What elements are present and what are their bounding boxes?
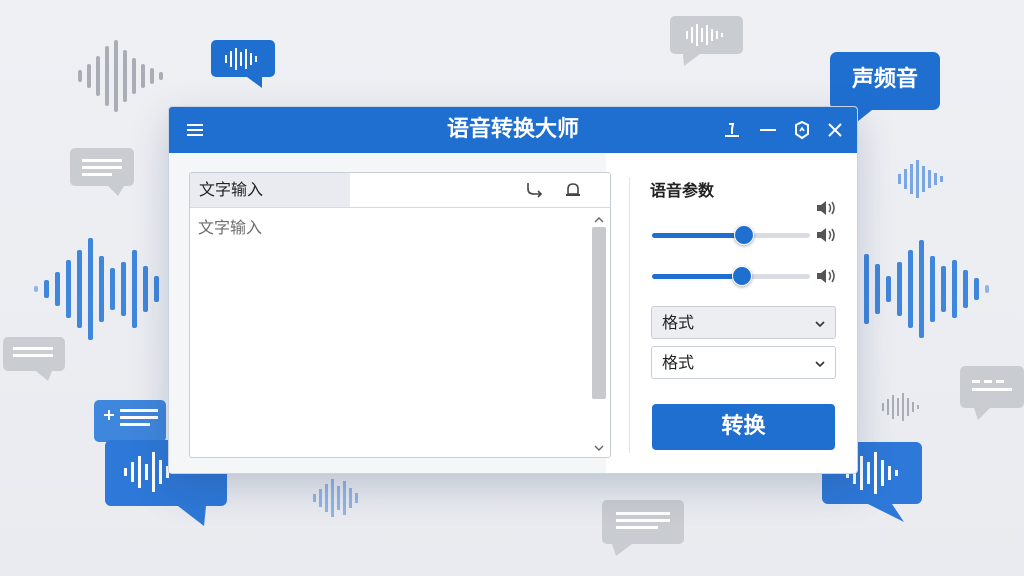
- format-select-2[interactable]: 格式: [651, 346, 836, 379]
- settings-icon[interactable]: [792, 120, 812, 140]
- speech-bubble-gray-left-1: [70, 148, 134, 196]
- title-bar: 语音转换大师: [169, 107, 857, 153]
- badge-label: 声频音: [851, 67, 918, 92]
- select-value: 格式: [662, 353, 695, 372]
- pin-icon[interactable]: [722, 120, 742, 140]
- export-icon[interactable]: [525, 180, 545, 200]
- bell-icon[interactable]: [563, 180, 583, 200]
- text-input-area[interactable]: 文字输入: [190, 208, 588, 456]
- slider-fill: [652, 274, 742, 279]
- slider-fill: [652, 233, 744, 238]
- slider-knob[interactable]: [732, 266, 752, 286]
- app-title: 语音转换大师: [446, 117, 579, 142]
- param-slider-1[interactable]: [652, 224, 810, 246]
- select-value: 格式: [662, 313, 695, 332]
- speech-bubble-gray-top: [670, 16, 743, 66]
- text-input-placeholder: 文字输入: [198, 218, 263, 237]
- scrollbar-thumb[interactable]: [592, 227, 606, 399]
- waveform-right-small: [882, 393, 919, 421]
- minimize-icon[interactable]: [758, 120, 778, 140]
- speech-bubble-gray-bottom: [602, 500, 684, 556]
- speech-bubble-gray-right: [960, 366, 1024, 420]
- convert-button[interactable]: 转换: [652, 404, 835, 450]
- volume-icon[interactable]: [815, 226, 837, 244]
- waveform-bottom-center: [313, 479, 358, 517]
- app-window: 语音转换大师 文字输入 文字输入 语音参数 格式 格式 转换: [168, 106, 858, 474]
- pane-divider: [629, 177, 630, 453]
- scroll-down-icon[interactable]: [593, 439, 605, 451]
- waveform-right-big: [864, 240, 989, 338]
- speech-bubble-blue-top: [211, 40, 275, 88]
- speech-bubble-blue-left-small: [94, 400, 166, 442]
- waveform-right-top: [898, 160, 943, 198]
- waveform-left-big: [34, 238, 159, 340]
- slider-knob[interactable]: [734, 225, 754, 245]
- close-icon[interactable]: [825, 120, 845, 140]
- text-input-title: 文字输入: [199, 180, 264, 199]
- chevron-down-icon: [813, 316, 827, 330]
- volume-icon: [815, 199, 837, 217]
- text-input-header: 文字输入: [190, 173, 610, 208]
- chevron-down-icon: [813, 356, 827, 370]
- param-slider-2[interactable]: [652, 265, 810, 287]
- volume-icon[interactable]: [815, 267, 837, 285]
- speech-bubble-gray-left-2: [3, 337, 65, 381]
- text-input-panel: 文字输入 文字输入: [189, 172, 611, 458]
- scroll-up-icon[interactable]: [593, 211, 605, 223]
- format-select-1[interactable]: 格式: [651, 306, 836, 339]
- waveform-top-left: [78, 40, 163, 112]
- params-title: 语音参数: [650, 181, 715, 200]
